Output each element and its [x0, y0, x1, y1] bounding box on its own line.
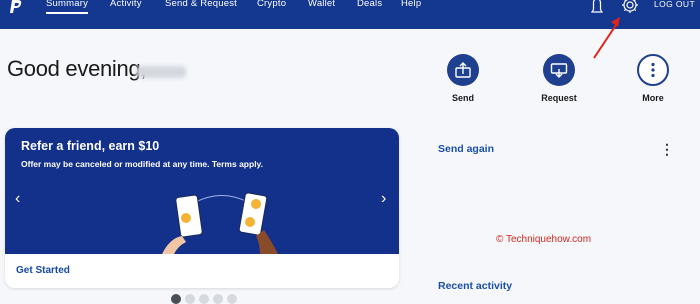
promo-banner: Refer a friend, earn $10 Offer may be ca…	[5, 128, 399, 254]
carousel-next-icon[interactable]: ›	[381, 190, 386, 208]
promo-subtitle: Offer may be canceled or modified at any…	[21, 159, 264, 169]
more-label: More	[642, 93, 664, 103]
nav-summary[interactable]: Summary	[46, 0, 89, 14]
watermark: © Techniquehow.com	[496, 234, 592, 245]
nav-wallet[interactable]: Wallet	[308, 0, 335, 9]
nav-crypto[interactable]: Crypto	[257, 0, 286, 9]
carousel-dot[interactable]	[227, 294, 237, 304]
carousel-dot[interactable]	[199, 294, 209, 304]
carousel-prev-icon[interactable]: ‹	[15, 190, 20, 208]
greeting-text: Good evening,	[7, 56, 147, 81]
promo-card[interactable]: Refer a friend, earn $10 Offer may be ca…	[5, 128, 399, 288]
send-label: Send	[451, 93, 474, 103]
request-label: Request	[541, 93, 577, 103]
promo-title: Refer a friend, earn $10	[21, 139, 160, 153]
nav-deals[interactable]: Deals	[357, 0, 382, 9]
nav-send-request[interactable]: Send & Request	[165, 0, 237, 9]
get-started-link[interactable]: Get Started	[16, 265, 70, 276]
send-again-heading: Send again	[438, 143, 495, 155]
send-again-menu-icon[interactable]: ⋮	[660, 141, 674, 158]
top-nav: Summary Activity Send & Request Crypto W…	[0, 0, 700, 29]
paypal-logo-icon[interactable]	[9, 0, 25, 14]
more-vertical-icon	[651, 62, 655, 78]
carousel-dot[interactable]	[185, 294, 195, 304]
bell-icon[interactable]	[588, 0, 606, 14]
phones-illustration	[162, 192, 278, 254]
send-money-icon	[455, 62, 471, 78]
redacted-name	[136, 66, 186, 78]
request-button[interactable]	[543, 54, 575, 86]
more-button[interactable]	[637, 54, 669, 86]
recent-activity-heading: Recent activity	[438, 280, 513, 292]
send-button[interactable]	[447, 54, 479, 86]
request-money-icon	[550, 63, 568, 78]
nav-help[interactable]: Help	[401, 0, 421, 9]
nav-activity[interactable]: Activity	[110, 0, 142, 9]
gear-icon[interactable]	[620, 0, 640, 15]
carousel-dot[interactable]	[171, 294, 181, 304]
logout-link[interactable]: LOG OUT	[654, 0, 695, 9]
carousel-dots	[171, 294, 237, 304]
carousel-dot[interactable]	[213, 294, 223, 304]
